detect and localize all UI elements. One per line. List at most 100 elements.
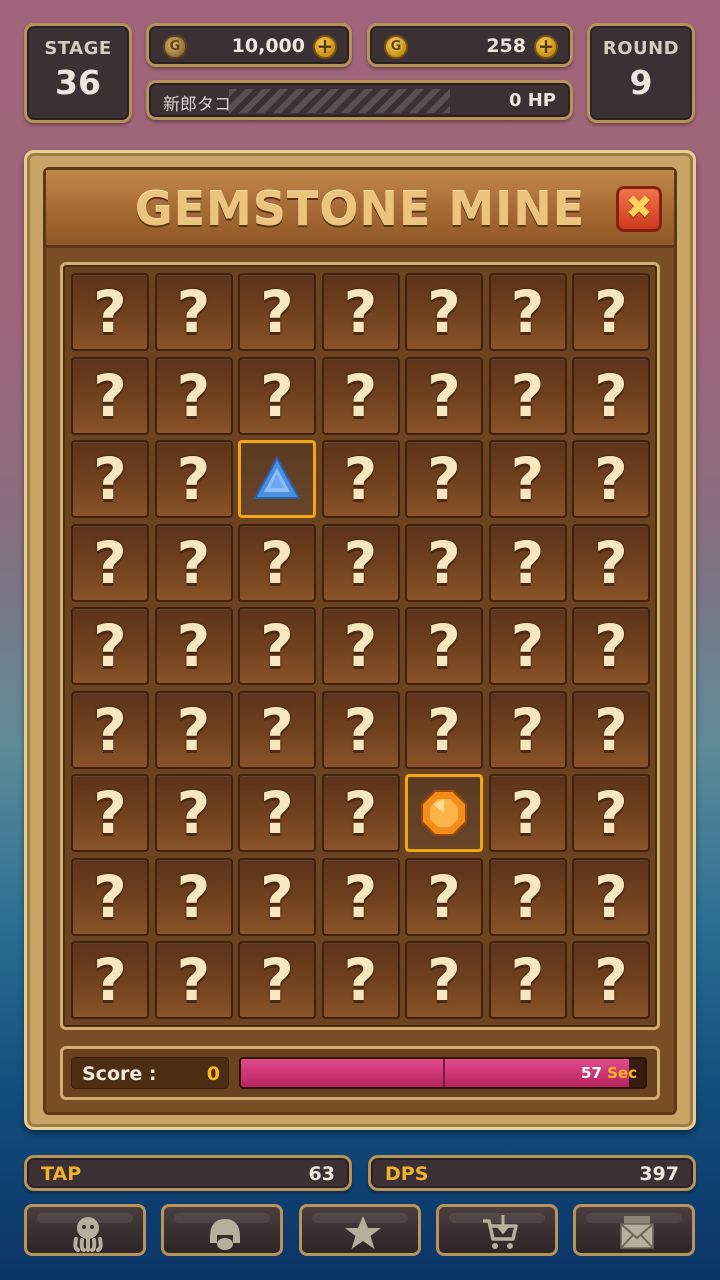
- mine-tile-hidden[interactable]: ?: [238, 523, 316, 602]
- mine-tile-hidden[interactable]: ?: [238, 857, 316, 936]
- mine-tile-hidden[interactable]: ?: [321, 774, 400, 852]
- mine-tile-hidden[interactable]: ?: [572, 273, 650, 351]
- nav-character-button[interactable]: [24, 1204, 146, 1256]
- mine-tile-hidden[interactable]: ?: [405, 607, 483, 685]
- question-mark-icon: ?: [510, 612, 545, 680]
- stage-value: 36: [55, 63, 101, 102]
- mine-tile-hidden[interactable]: ?: [572, 857, 650, 936]
- mine-tile-hidden[interactable]: ?: [488, 273, 567, 351]
- mine-tile-hidden[interactable]: ?: [238, 690, 316, 769]
- shop-cart-icon: [483, 1215, 518, 1249]
- mine-tile-hidden[interactable]: ?: [238, 774, 316, 852]
- mine-tile-hidden[interactable]: ?: [154, 273, 233, 351]
- close-button[interactable]: ✖: [616, 186, 662, 232]
- mine-tile-hidden[interactable]: ?: [405, 941, 483, 1019]
- mine-tile-hidden[interactable]: ?: [71, 440, 149, 518]
- stage-panel: STAGE 36: [24, 23, 132, 123]
- score-box: Score : 0: [71, 1057, 229, 1089]
- timer-unit: Sec: [607, 1064, 637, 1082]
- mine-tile-hidden[interactable]: ?: [154, 440, 233, 518]
- mine-grid: ????????????????????????????????????????…: [71, 273, 650, 1019]
- mine-tile-hidden[interactable]: ?: [71, 941, 149, 1019]
- mine-tile-hidden[interactable]: ?: [321, 356, 400, 435]
- question-mark-icon: ?: [176, 862, 211, 931]
- mine-tile-hidden[interactable]: ?: [154, 607, 233, 685]
- mine-tile-hidden[interactable]: ?: [572, 941, 650, 1019]
- mine-tile-hidden[interactable]: ?: [572, 607, 650, 685]
- mine-tile-hidden[interactable]: ?: [238, 941, 316, 1019]
- mine-tile-hidden[interactable]: ?: [71, 273, 149, 351]
- enemy-hp-bar: 新郎タコ 0 HP: [146, 80, 573, 120]
- nav-mail-button[interactable]: [573, 1204, 695, 1256]
- hp-bar-stripe: [229, 89, 450, 113]
- mine-tile-hidden[interactable]: ?: [572, 523, 650, 602]
- mine-tile-hidden[interactable]: ?: [321, 690, 400, 769]
- gemstone-mine-dialog: GEMSTONE MINE ✖ ????????????????????????…: [24, 150, 696, 1130]
- mine-tile-hidden[interactable]: ?: [154, 690, 233, 769]
- mine-tile-hidden[interactable]: ?: [321, 440, 400, 518]
- question-mark-icon: ?: [260, 695, 294, 764]
- mine-tile-hidden[interactable]: ?: [154, 941, 233, 1019]
- nav-shop-button[interactable]: [436, 1204, 558, 1256]
- mine-tile-hidden[interactable]: ?: [71, 607, 149, 685]
- mine-tile-hidden[interactable]: ?: [154, 857, 233, 936]
- mine-tile-hidden[interactable]: ?: [488, 440, 567, 518]
- timer-divider: [443, 1059, 445, 1087]
- tap-value: 63: [308, 1163, 335, 1185]
- question-mark-icon: ?: [510, 779, 545, 847]
- question-mark-icon: ?: [427, 528, 461, 597]
- question-mark-icon: ?: [427, 612, 461, 680]
- mine-tile-hidden[interactable]: ?: [154, 523, 233, 602]
- mine-tile-hidden[interactable]: ?: [488, 523, 567, 602]
- mine-tile-hidden[interactable]: ?: [405, 440, 483, 518]
- question-mark-icon: ?: [510, 278, 545, 346]
- mine-tile-hidden[interactable]: ?: [488, 356, 567, 435]
- mine-tile-revealed[interactable]: [405, 774, 483, 852]
- mine-tile-hidden[interactable]: ?: [71, 857, 149, 936]
- mine-tile-hidden[interactable]: ?: [488, 774, 567, 852]
- mine-tile-hidden[interactable]: ?: [71, 690, 149, 769]
- question-mark-icon: ?: [176, 612, 211, 680]
- mine-tile-hidden[interactable]: ?: [488, 857, 567, 936]
- mine-tile-hidden[interactable]: ?: [321, 941, 400, 1019]
- gold-currency-bar: G 10,000 +: [146, 23, 352, 67]
- nav-skills-button[interactable]: [299, 1204, 421, 1256]
- mine-tile-hidden[interactable]: ?: [154, 356, 233, 435]
- mine-tile-hidden[interactable]: ?: [71, 356, 149, 435]
- mine-tile-hidden[interactable]: ?: [71, 523, 149, 602]
- mine-tile-hidden[interactable]: ?: [321, 273, 400, 351]
- mine-tile-hidden[interactable]: ?: [405, 857, 483, 936]
- question-mark-icon: ?: [93, 946, 127, 1014]
- mine-tile-hidden[interactable]: ?: [572, 774, 650, 852]
- mine-tile-hidden[interactable]: ?: [572, 356, 650, 435]
- mine-tile-hidden[interactable]: ?: [154, 774, 233, 852]
- mine-tile-hidden[interactable]: ?: [321, 857, 400, 936]
- mine-tile-hidden[interactable]: ?: [238, 607, 316, 685]
- mine-tile-hidden[interactable]: ?: [71, 774, 149, 852]
- mine-tile-revealed[interactable]: [238, 440, 316, 518]
- question-mark-icon: ?: [260, 779, 294, 847]
- mine-tile-hidden[interactable]: ?: [405, 523, 483, 602]
- mine-tile-hidden[interactable]: ?: [321, 607, 400, 685]
- mine-tile-hidden[interactable]: ?: [405, 690, 483, 769]
- mine-tile-hidden[interactable]: ?: [405, 356, 483, 435]
- mine-tile-hidden[interactable]: ?: [488, 607, 567, 685]
- mine-tile-hidden[interactable]: ?: [572, 440, 650, 518]
- mine-tile-hidden[interactable]: ?: [238, 273, 316, 351]
- mine-tile-hidden[interactable]: ?: [572, 690, 650, 769]
- close-icon: ✖: [625, 188, 653, 226]
- question-mark-icon: ?: [594, 946, 628, 1014]
- mine-tile-hidden[interactable]: ?: [405, 273, 483, 351]
- question-mark-icon: ?: [594, 779, 628, 847]
- round-panel: ROUND 9: [587, 23, 695, 123]
- mine-tile-hidden[interactable]: ?: [488, 941, 567, 1019]
- nav-equipment-button[interactable]: [161, 1204, 283, 1256]
- question-mark-icon: ?: [260, 946, 294, 1014]
- add-gold-button[interactable]: +: [313, 35, 337, 59]
- mine-title: GEMSTONE MINE: [134, 182, 586, 236]
- add-gem-button[interactable]: +: [534, 35, 558, 59]
- question-mark-icon: ?: [427, 695, 461, 764]
- mine-tile-hidden[interactable]: ?: [321, 523, 400, 602]
- mine-tile-hidden[interactable]: ?: [488, 690, 567, 769]
- mine-tile-hidden[interactable]: ?: [238, 356, 316, 435]
